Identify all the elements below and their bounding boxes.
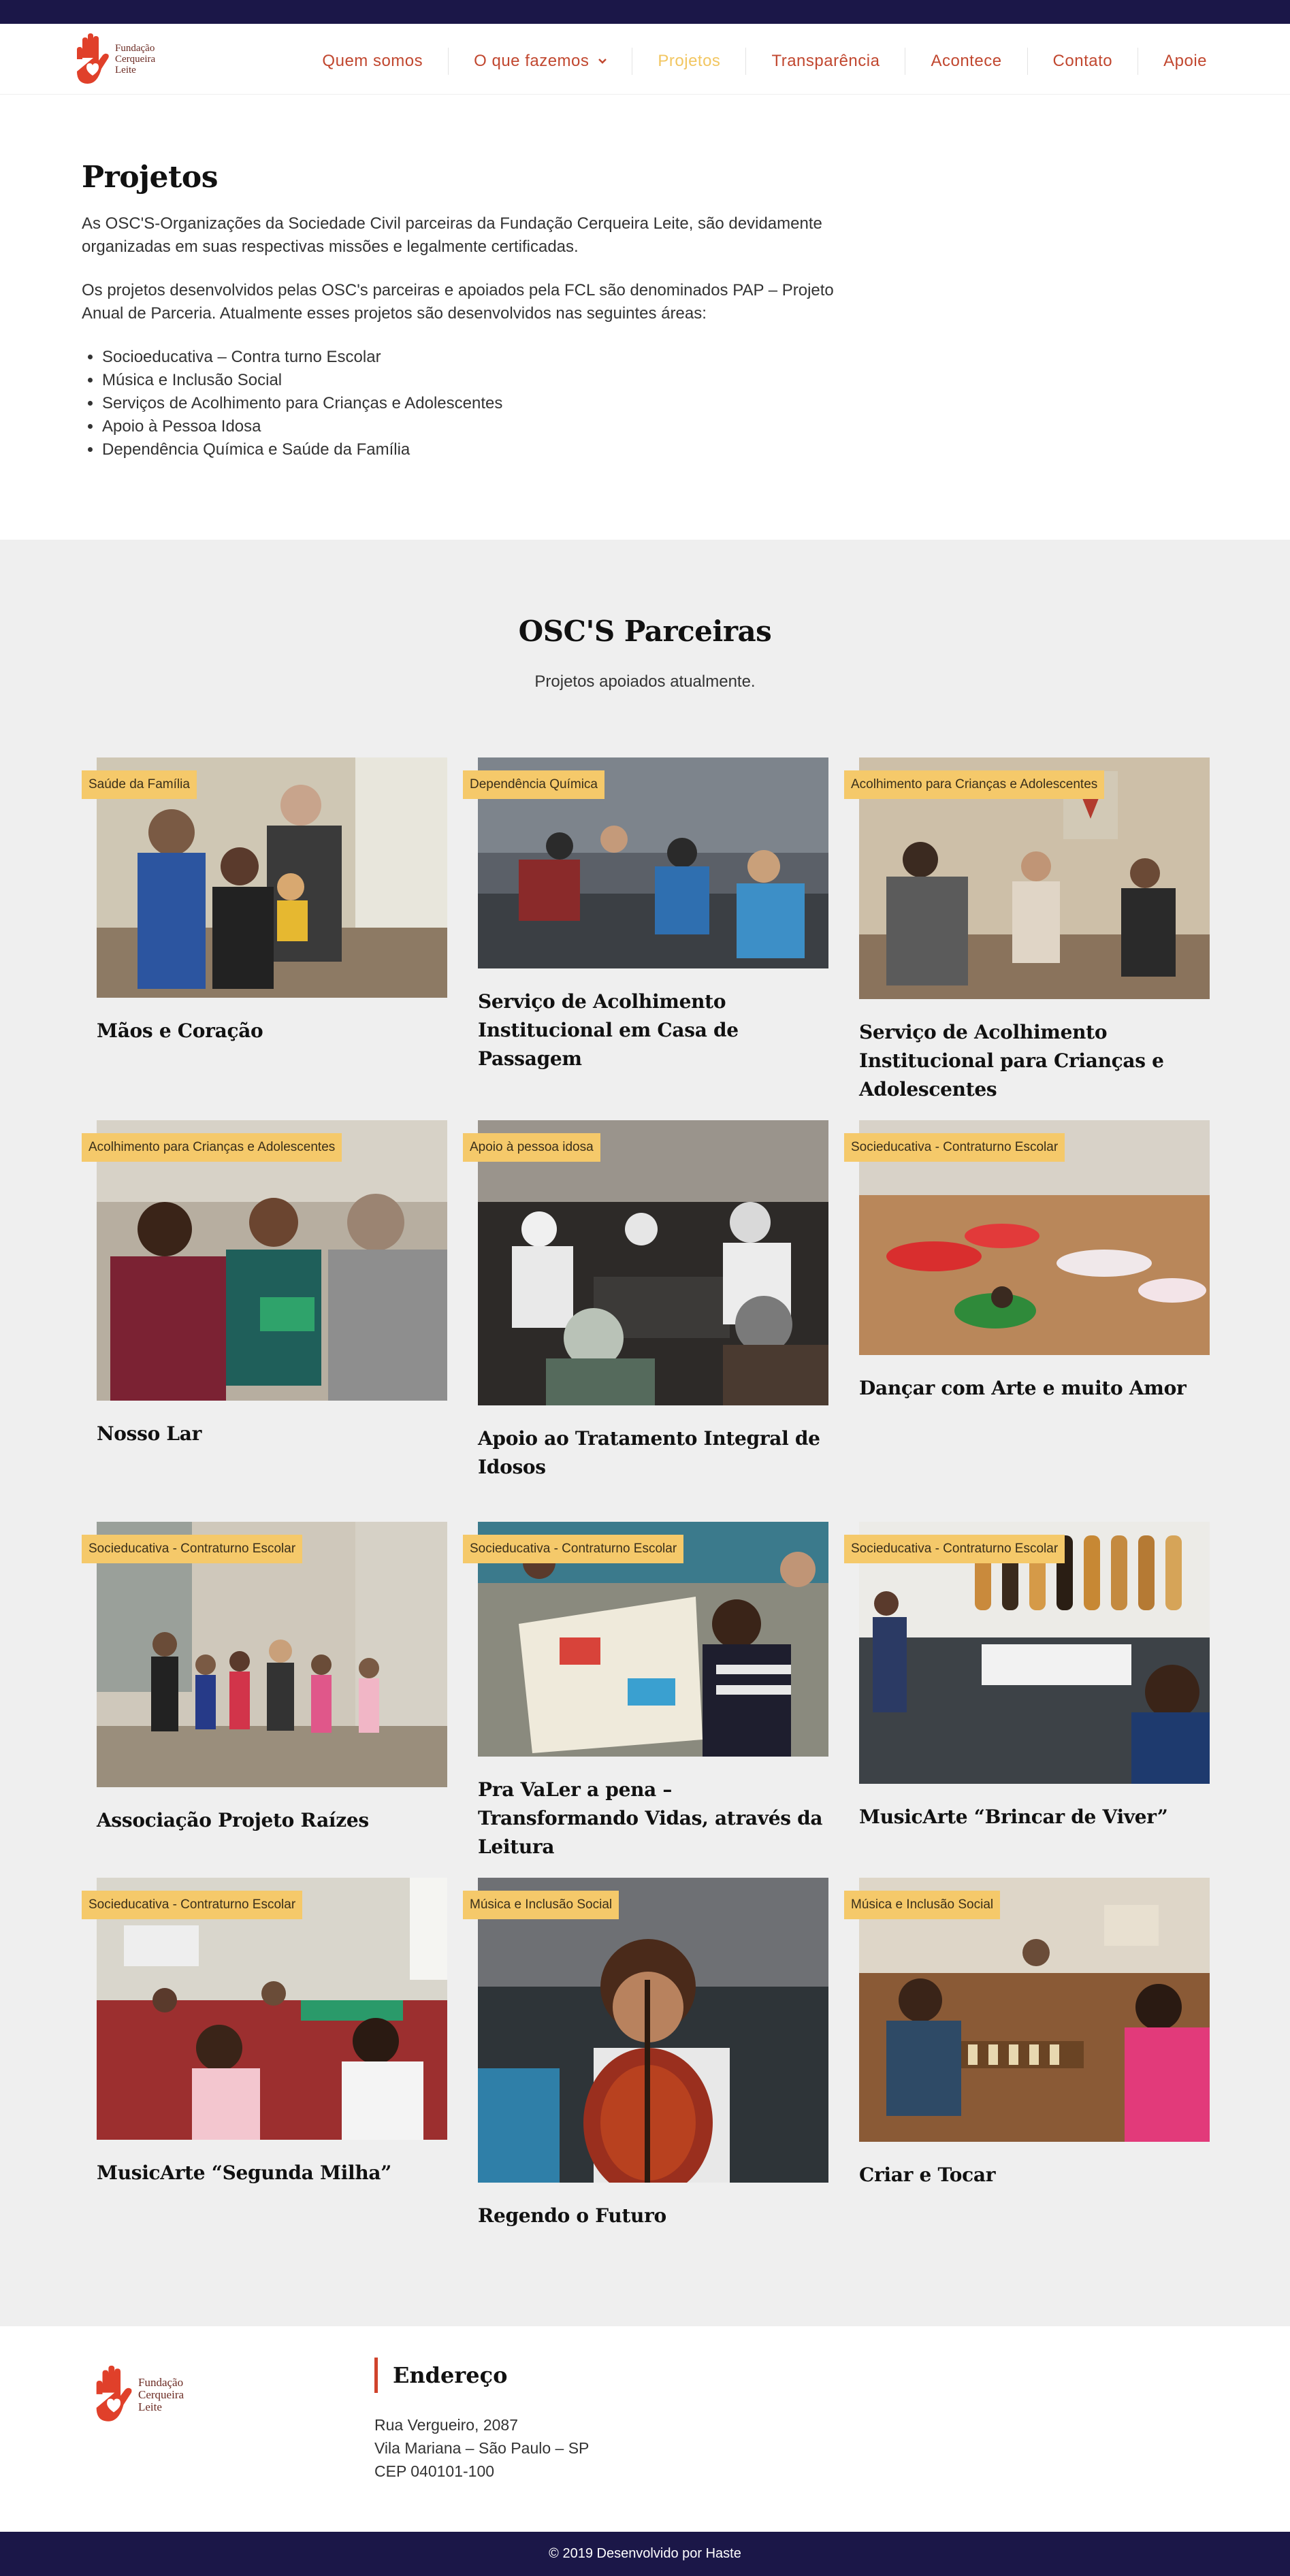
category-tag: Apoio à pessoa idosa — [463, 1133, 600, 1162]
nav-label: O que fazemos — [474, 52, 590, 70]
top-bar — [0, 0, 1290, 24]
nav-item-apoie[interactable]: Apoie — [1138, 48, 1232, 75]
hand-heart-logo-icon — [77, 33, 109, 84]
logo-text-line: Leite — [115, 64, 136, 76]
project-title[interactable]: Associação Projeto Raízes — [97, 1806, 447, 1835]
list-item: Música e Inclusão Social — [102, 369, 871, 392]
project-title[interactable]: Criar e Tocar — [859, 2161, 1210, 2189]
project-photo — [478, 1878, 828, 2183]
category-tag: Dependência Química — [463, 770, 604, 799]
project-title[interactable]: Serviço de Acolhimento Institucional par… — [859, 1018, 1210, 1104]
address-line: Rua Vergueiro, 2087 — [374, 2416, 518, 2434]
footer-logo[interactable]: Fundação Cerqueira Leite — [92, 2364, 184, 2426]
project-title[interactable]: Nosso Lar — [97, 1420, 447, 1448]
nav-label: Transparência — [771, 52, 880, 70]
logo-text: Fundação Cerqueira Leite — [138, 2377, 184, 2413]
intro-paragraph: Os projetos desenvolvidos pelas OSC's pa… — [82, 281, 834, 323]
list-item: Dependência Química e Saúde da Família — [102, 438, 871, 461]
site-logo[interactable]: Fundação Cerqueira Leite — [73, 33, 155, 86]
nav-item-contato[interactable]: Contato — [1027, 48, 1138, 75]
address-line: CEP 040101-100 — [374, 2462, 495, 2480]
project-title[interactable]: Mãos e Coração — [97, 1017, 447, 1045]
logo-text-line: Fundação — [115, 43, 155, 54]
nav-label: Contato — [1052, 52, 1113, 70]
logo-text: Fundação Cerqueira Leite — [115, 44, 155, 76]
chevron-down-icon — [598, 59, 607, 64]
project-photo — [97, 1120, 447, 1401]
address-heading: Endereço — [374, 2358, 507, 2393]
category-tag: Acolhimento para Crianças e Adolescentes — [82, 1133, 342, 1162]
project-title[interactable]: Apoio ao Tratamento Integral de Idosos — [478, 1424, 828, 1482]
category-tag: Socieducativa - Contraturno Escolar — [82, 1891, 303, 1919]
site-footer: Fundação Cerqueira Leite Endereço Rua Ve… — [0, 2326, 1290, 2532]
category-tag: Socieducativa - Contraturno Escolar — [844, 1133, 1065, 1162]
nav-label: Projetos — [658, 52, 721, 70]
logo-text-line: Fundação — [138, 2376, 184, 2390]
section-title: OSC'S Parceiras — [518, 615, 772, 648]
areas-list: Socioeducativa – Contra turno Escolar Mú… — [102, 346, 871, 461]
list-item: Serviços de Acolhimento para Crianças e … — [102, 392, 871, 415]
category-tag: Socieducativa - Contraturno Escolar — [844, 1535, 1065, 1563]
category-tag: Saúde da Família — [82, 770, 197, 799]
logo-text-line: Cerqueira — [138, 2388, 184, 2402]
nav-item-projetos[interactable]: Projetos — [632, 48, 745, 75]
intro-paragraph: As OSC'S-Organizações da Sociedade Civil… — [82, 214, 822, 256]
project-photo — [478, 1120, 828, 1405]
partners-section: OSC'S Parceiras Projetos apoiados atualm… — [0, 540, 1290, 2326]
project-title[interactable]: Dançar com Arte e muito Amor — [859, 1374, 1210, 1403]
section-subtitle: Projetos apoiados atualmente. — [534, 672, 756, 691]
logo-text-line: Leite — [138, 2400, 162, 2413]
project-title[interactable]: Regendo o Futuro — [478, 2202, 828, 2230]
copyright-bar: © 2019 Desenvolvido por Haste — [0, 2532, 1290, 2576]
nav-label: Quem somos — [322, 52, 423, 70]
nav-item-acontece[interactable]: Acontece — [905, 48, 1027, 75]
project-title[interactable]: Pra VaLer a pena – Transformando Vidas, … — [478, 1776, 828, 1861]
category-tag: Socieducativa - Contraturno Escolar — [463, 1535, 684, 1563]
page-title: Projetos — [82, 160, 218, 195]
nav-label: Apoie — [1163, 52, 1207, 70]
nav-label: Acontece — [931, 52, 1002, 70]
address-block: Rua Vergueiro, 2087 Vila Mariana – São P… — [374, 2413, 589, 2483]
logo-text-line: Cerqueira — [115, 54, 156, 65]
project-title[interactable]: MusicArte “Brincar de Viver” — [859, 1803, 1210, 1831]
category-tag: Acolhimento para Crianças e Adolescentes — [844, 770, 1105, 799]
project-title[interactable]: Serviço de Acolhimento Institucional em … — [478, 988, 828, 1073]
main-nav: Quem somos O que fazemos Projetos Transp… — [297, 48, 1232, 75]
nav-item-o-que-fazemos[interactable]: O que fazemos — [448, 48, 632, 75]
nav-item-transparencia[interactable]: Transparência — [745, 48, 905, 75]
category-tag: Música e Inclusão Social — [463, 1891, 619, 1919]
list-item: Socioeducativa – Contra turno Escolar — [102, 346, 871, 369]
address-line: Vila Mariana – São Paulo – SP — [374, 2439, 590, 2457]
nav-item-quem-somos[interactable]: Quem somos — [297, 48, 448, 75]
category-tag: Música e Inclusão Social — [844, 1891, 1001, 1919]
category-tag: Socieducativa - Contraturno Escolar — [82, 1535, 303, 1563]
hand-heart-logo-icon — [96, 2365, 132, 2422]
site-header: Fundação Cerqueira Leite Quem somos O qu… — [0, 24, 1290, 95]
intro-section: Projetos As OSC'S-Organizações da Socied… — [82, 160, 871, 461]
project-title[interactable]: MusicArte “Segunda Milha” — [97, 2159, 447, 2187]
copyright-text: © 2019 Desenvolvido por Haste — [549, 2546, 741, 2561]
list-item: Apoio à Pessoa Idosa — [102, 415, 871, 438]
